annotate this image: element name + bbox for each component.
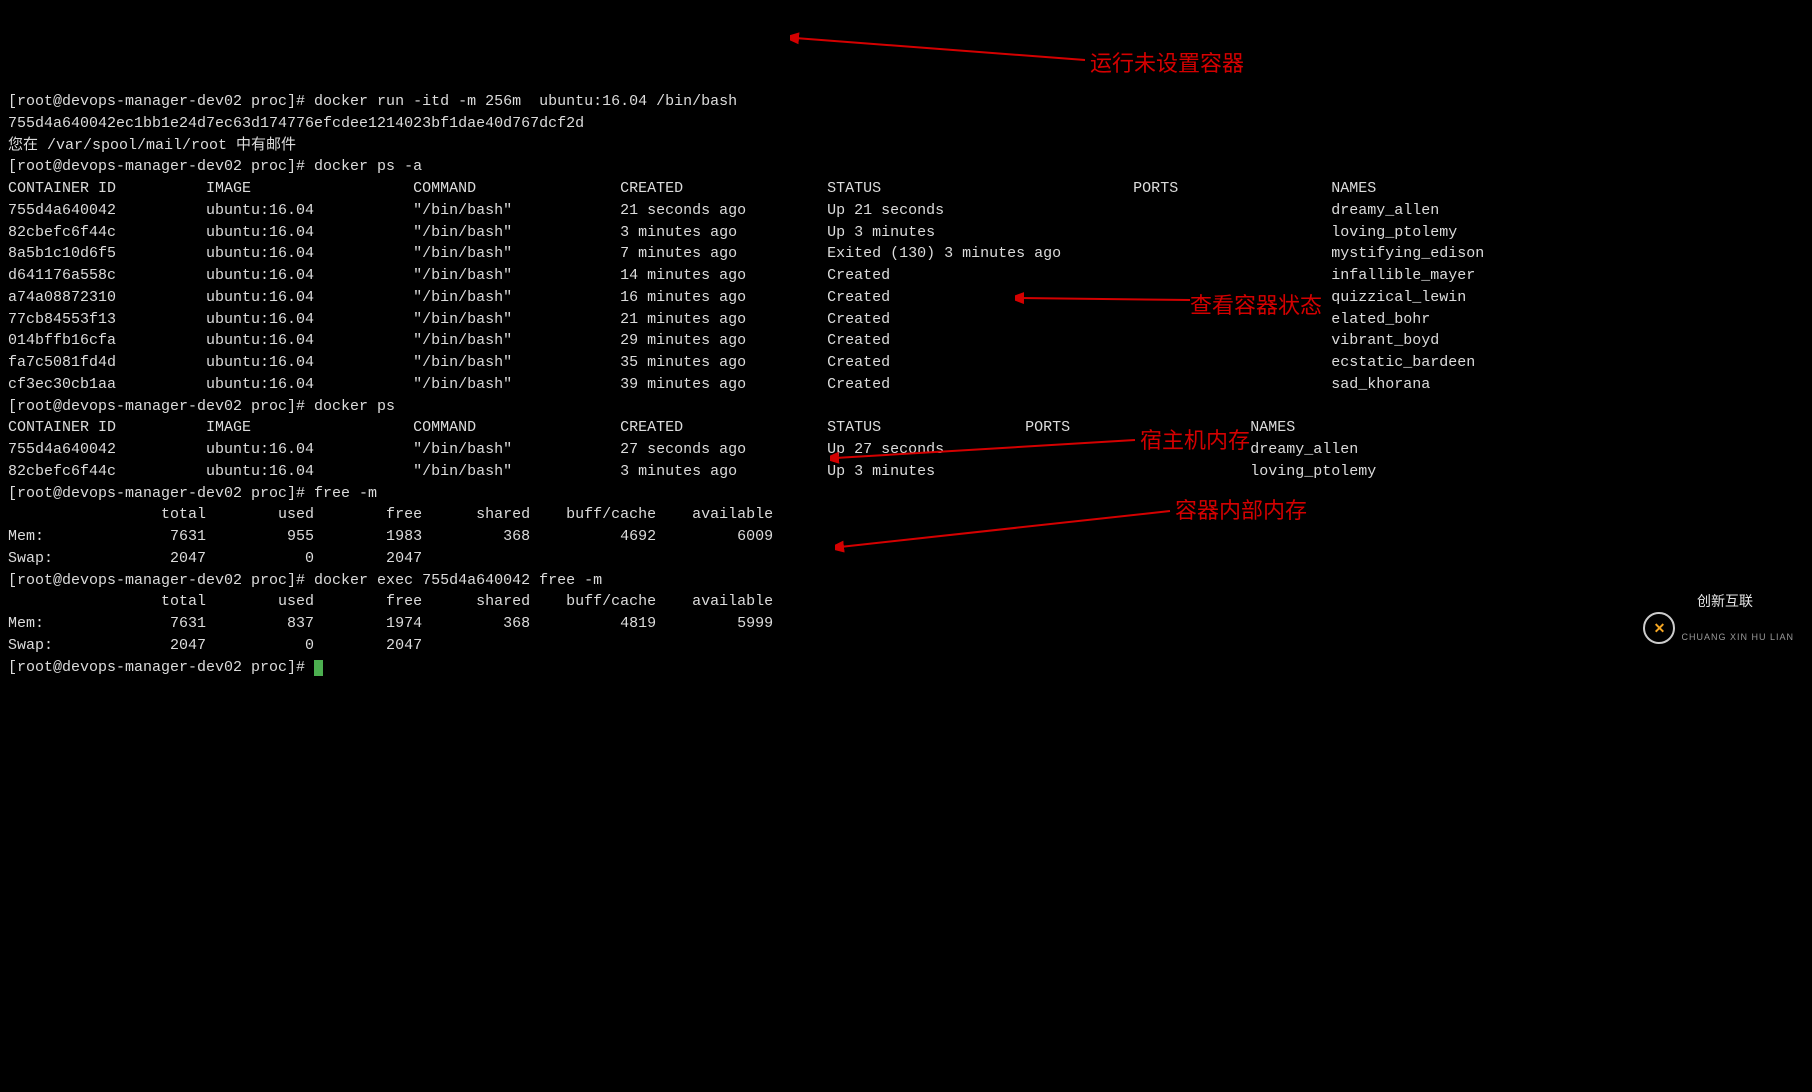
terminal-line: cf3ec30cb1aa ubuntu:16.04 "/bin/bash" 39… [8, 374, 1804, 396]
terminal-line: [root@devops-manager-dev02 proc]# docker… [8, 91, 1804, 113]
terminal-line: 您在 /var/spool/mail/root 中有邮件 [8, 135, 1804, 157]
terminal-prompt[interactable]: [root@devops-manager-dev02 proc]# [8, 657, 1804, 679]
terminal-line: Mem: 7631 955 1983 368 4692 6009 [8, 526, 1804, 548]
terminal-line: 014bffb16cfa ubuntu:16.04 "/bin/bash" 29… [8, 330, 1804, 352]
terminal-line: d641176a558c ubuntu:16.04 "/bin/bash" 14… [8, 265, 1804, 287]
terminal-line: 77cb84553f13 ubuntu:16.04 "/bin/bash" 21… [8, 309, 1804, 331]
terminal-line: total used free shared buff/cache availa… [8, 504, 1804, 526]
terminal-line: Mem: 7631 837 1974 368 4819 5999 [8, 613, 1804, 635]
terminal-line: [root@devops-manager-dev02 proc]# docker… [8, 570, 1804, 592]
terminal-line: [root@devops-manager-dev02 proc]# free -… [8, 483, 1804, 505]
terminal-line: 8a5b1c10d6f5 ubuntu:16.04 "/bin/bash" 7 … [8, 243, 1804, 265]
terminal-line: 755d4a640042 ubuntu:16.04 "/bin/bash" 21… [8, 200, 1804, 222]
annotation-run-container: 运行未设置容器 [1090, 48, 1244, 80]
terminal-line: 82cbefc6f44c ubuntu:16.04 "/bin/bash" 3 … [8, 222, 1804, 244]
terminal-line: [root@devops-manager-dev02 proc]# docker… [8, 396, 1804, 418]
watermark-brand: 创新互联 [1697, 593, 1753, 609]
terminal-line: CONTAINER ID IMAGE COMMAND CREATED STATU… [8, 178, 1804, 200]
terminal-line: [root@devops-manager-dev02 proc]# docker… [8, 156, 1804, 178]
terminal-line: CONTAINER ID IMAGE COMMAND CREATED STATU… [8, 417, 1804, 439]
terminal-line: 755d4a640042 ubuntu:16.04 "/bin/bash" 27… [8, 439, 1804, 461]
watermark-logo: ✕ 创新互联 CHUANG XIN HU LIAN [1643, 570, 1794, 685]
arrow-icon [790, 30, 1090, 70]
terminal-line: Swap: 2047 0 2047 [8, 548, 1804, 570]
terminal-line: 755d4a640042ec1bb1e24d7ec63d174776efcdee… [8, 113, 1804, 135]
cursor-icon [314, 660, 323, 676]
terminal-line: 82cbefc6f44c ubuntu:16.04 "/bin/bash" 3 … [8, 461, 1804, 483]
watermark-sub: CHUANG XIN HU LIAN [1681, 631, 1794, 644]
terminal-line: fa7c5081fd4d ubuntu:16.04 "/bin/bash" 35… [8, 352, 1804, 374]
terminal-line: total used free shared buff/cache availa… [8, 591, 1804, 613]
terminal-output[interactable]: [root@devops-manager-dev02 proc]# docker… [8, 91, 1804, 678]
terminal-line: a74a08872310 ubuntu:16.04 "/bin/bash" 16… [8, 287, 1804, 309]
terminal-line: Swap: 2047 0 2047 [8, 635, 1804, 657]
